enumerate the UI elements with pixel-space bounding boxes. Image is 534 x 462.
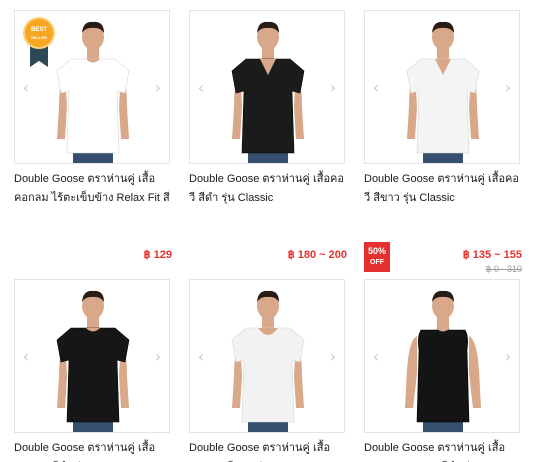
product-photo: [406, 21, 480, 163]
product-title-link[interactable]: Double Goose ตราห่านคู่ เสื้อคอวี สีดำ ร…: [189, 170, 349, 210]
shirt: [416, 329, 470, 423]
product-price: ฿ 180 ~ 200: [287, 249, 347, 261]
next-image-arrow-icon[interactable]: ›: [153, 349, 163, 365]
product-title-link[interactable]: Double Goose ตราห่านคู่ เสื้อคอวี สีขาว …: [364, 170, 524, 210]
product-title-link[interactable]: Double Goose ตราห่านคู่ เสื้อคอกลม ไร้ตะ…: [14, 170, 174, 210]
product-photo: [231, 290, 305, 432]
prev-image-arrow-icon[interactable]: ‹: [21, 80, 31, 96]
prev-image-arrow-icon[interactable]: ‹: [371, 80, 381, 96]
product-photo: [405, 290, 481, 432]
product-price: ฿ 135 ~ 155: [462, 249, 522, 261]
discount-percent: 50%: [367, 246, 386, 256]
prev-image-arrow-icon[interactable]: ‹: [371, 349, 381, 365]
shirt: [231, 327, 305, 423]
left-arm: [405, 336, 417, 408]
best-seller-badge: BEST SELLER: [23, 17, 55, 73]
product-image[interactable]: ‹ ›: [189, 279, 345, 433]
shirt: [56, 58, 130, 154]
product-image[interactable]: ‹ ›: [189, 10, 345, 164]
next-image-arrow-icon[interactable]: ›: [503, 80, 513, 96]
product-image[interactable]: ‹ ›: [14, 279, 170, 433]
next-image-arrow-icon[interactable]: ›: [328, 80, 338, 96]
badge-line2: SELLER: [31, 35, 47, 40]
prev-image-arrow-icon[interactable]: ‹: [196, 80, 206, 96]
next-image-arrow-icon[interactable]: ›: [328, 349, 338, 365]
product-price: ฿ 129: [143, 249, 172, 261]
shirt: [56, 327, 130, 423]
product-image[interactable]: ‹ › BEST SELLER: [14, 10, 170, 164]
product-title-link[interactable]: Double Goose ตราห่านคู่ เสื้อคอกลม แขนกุ…: [364, 439, 524, 462]
badge-line1: BEST: [30, 27, 47, 33]
next-image-arrow-icon[interactable]: ›: [503, 349, 513, 365]
right-arm: [469, 336, 481, 408]
product-photo: [231, 21, 305, 163]
product-photo: [56, 290, 130, 432]
prev-image-arrow-icon[interactable]: ‹: [196, 349, 206, 365]
discount-badge: 50% OFF: [364, 242, 390, 272]
badge-medal-icon: BEST SELLER: [23, 17, 55, 49]
product-title-link[interactable]: Double Goose ตราห่านคู่ เสื้อคอกลม สีดำ …: [14, 439, 174, 462]
product-image[interactable]: ‹ ›: [364, 10, 520, 164]
product-original-price: ฿ 0 - 310: [485, 264, 522, 274]
discount-off-label: OFF: [370, 259, 384, 266]
product-image[interactable]: ‹ ›: [364, 279, 520, 433]
prev-image-arrow-icon[interactable]: ‹: [21, 349, 31, 365]
next-image-arrow-icon[interactable]: ›: [153, 80, 163, 96]
product-title-link[interactable]: Double Goose ตราห่านคู่ เสื้อคอกลม สีขาว…: [189, 439, 349, 462]
